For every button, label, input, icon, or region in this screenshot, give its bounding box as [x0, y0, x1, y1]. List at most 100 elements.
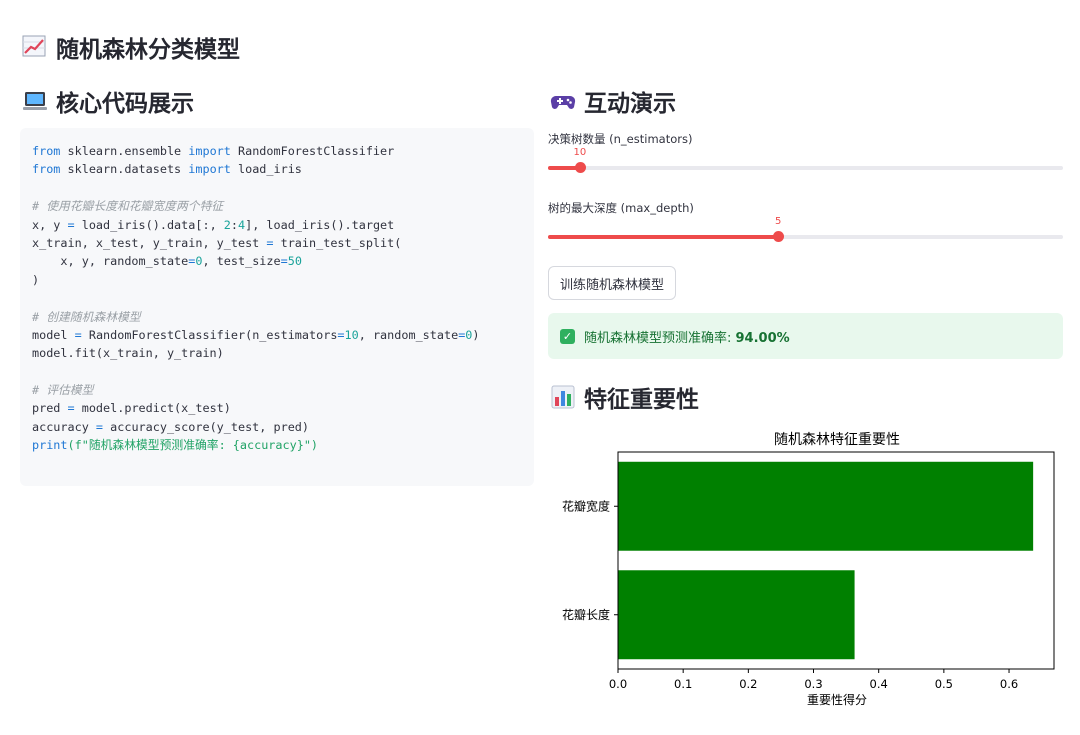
code-token: =: [280, 254, 288, 269]
chart-increasing-icon: [22, 35, 46, 57]
laptop-icon: [23, 92, 47, 110]
accuracy-value: 94.00%: [735, 330, 790, 346]
code-token: (f"随机森林模型预测准确率: {accuracy}"): [67, 438, 319, 453]
code-token: , random_state: [358, 327, 459, 342]
page-title-text: 随机森林分类模型: [56, 37, 240, 63]
chart-bar: [618, 461, 1034, 551]
code-line: model = RandomForestClassifier(n_estimat…: [32, 326, 522, 344]
code-token: =: [74, 327, 82, 342]
code-token: # 评估模型: [32, 383, 94, 398]
code-token: ): [472, 327, 480, 342]
code-token: 10: [344, 327, 359, 342]
code-line: x, y = load_iris().data[:, 2:4], load_ir…: [32, 216, 522, 234]
code-token: import: [188, 144, 231, 158]
code-line: # 评估模型: [32, 381, 522, 399]
game-controller-icon: [550, 95, 576, 109]
y-tick-label: 花瓣长度: [562, 607, 610, 622]
code-section-heading: 核心代码展示: [22, 84, 194, 118]
code-token: accuracy: [32, 419, 96, 434]
code-token: x_train, x_test, y_train, y_test: [32, 235, 267, 250]
slider-value: 5: [775, 216, 782, 227]
code-line: # 使用花瓣长度和花瓣宽度两个特征: [32, 197, 522, 215]
code-line: ): [32, 271, 522, 289]
code-block: from sklearn.ensemble import RandomFores…: [20, 128, 534, 486]
code-token: x, y, random_state: [32, 254, 189, 269]
demo-section-title: 互动演示: [584, 91, 676, 117]
code-token: load_iris: [230, 162, 302, 177]
code-token: model.fit(x_train, y_train): [32, 346, 224, 361]
code-token: from: [32, 162, 61, 177]
code-token: # 使用花瓣长度和花瓣宽度两个特征: [32, 199, 224, 214]
slider-max-depth[interactable]: 5: [548, 216, 1063, 242]
y-tick-label: 花瓣宽度: [562, 498, 610, 513]
code-line: print(f"随机森林模型预测准确率: {accuracy}"): [32, 436, 522, 454]
code-line: from sklearn.datasets import load_iris: [32, 160, 522, 178]
code-token: from: [32, 144, 61, 158]
chart-bar: [618, 570, 855, 660]
code-token: sklearn.datasets: [60, 162, 189, 177]
code-token: =: [67, 217, 75, 232]
code-token: ], load_iris().target: [245, 217, 395, 232]
importance-section-heading: 特征重要性: [550, 380, 699, 414]
code-section-title: 核心代码展示: [56, 91, 194, 117]
chart-xlabel: 重要性得分: [807, 692, 867, 707]
code-line: x_train, x_test, y_train, y_test = train…: [32, 234, 522, 252]
code-token: import: [188, 162, 231, 177]
page-title: 随机森林分类模型: [22, 30, 240, 64]
x-tick-label: 0.6: [1000, 677, 1018, 691]
check-icon: ✓: [560, 328, 575, 344]
slider-value: 10: [573, 147, 587, 158]
slider-n-estimators[interactable]: 10: [548, 147, 1063, 173]
code-token: =: [266, 235, 274, 250]
code-token: =: [67, 401, 75, 416]
code-token: RandomForestClassifier: [230, 144, 395, 158]
slider-n-estimators-label: 决策树数量 (n_estimators): [548, 132, 693, 146]
code-token: RandomForestClassifier(n_estimators: [81, 327, 338, 342]
x-tick-label: 0.4: [870, 677, 888, 691]
code-token: 2: [223, 217, 231, 232]
slider-thumb[interactable]: [773, 231, 785, 242]
code-token: pred: [32, 401, 68, 416]
code-token: x, y: [32, 217, 68, 232]
demo-section-heading: 互动演示: [550, 84, 676, 118]
success-alert: ✓ 随机森林模型预测准确率: 94.00%: [548, 313, 1063, 359]
code-token: # 创建随机森林模型: [32, 309, 141, 324]
code-line: from sklearn.ensemble import RandomFores…: [32, 142, 522, 160]
train-model-button[interactable]: 训练随机森林模型: [548, 266, 677, 300]
x-tick-label: 0.0: [609, 677, 627, 691]
importance-section-title: 特征重要性: [584, 387, 699, 413]
code-token: ): [32, 272, 40, 287]
code-token: , test_size: [202, 254, 281, 269]
code-token: model.predict(x_test): [74, 401, 231, 416]
code-line: # 创建随机森林模型: [32, 308, 522, 326]
code-token: print: [32, 438, 68, 453]
slider-thumb[interactable]: [574, 162, 586, 173]
code-token: 50: [287, 254, 302, 269]
code-line: accuracy = accuracy_score(y_test, pred): [32, 418, 522, 436]
code-token: :: [230, 217, 238, 232]
chart-title: 随机森林特征重要性: [774, 432, 900, 448]
x-tick-label: 0.2: [739, 677, 757, 691]
x-tick-label: 0.5: [935, 677, 953, 691]
code-token: sklearn.ensemble: [60, 144, 189, 158]
code-token: =: [95, 419, 104, 434]
code-token: load_iris().data[:,: [74, 217, 224, 232]
code-token: train_test_split(: [273, 235, 402, 250]
bar-chart-icon: [551, 385, 575, 409]
slider-max-depth-label: 树的最大深度 (max_depth): [548, 201, 694, 215]
code-line: pred = model.predict(x_test): [32, 399, 522, 417]
code-token: accuracy_score(y_test, pred): [103, 419, 309, 434]
success-message: 随机森林模型预测准确率: 94.00%: [584, 327, 790, 346]
x-tick-label: 0.1: [674, 677, 692, 691]
code-line: model.fit(x_train, y_train): [32, 344, 522, 362]
x-tick-label: 0.3: [804, 677, 822, 691]
code-token: model: [32, 327, 75, 342]
code-line: x, y, random_state=0, test_size=50: [32, 252, 522, 270]
success-prefix: 随机森林模型预测准确率:: [584, 330, 736, 346]
slider-fill: [548, 235, 779, 239]
feature-importance-chart: 随机森林特征重要性 花瓣宽度花瓣长度 0.0 0.1 0.2 0.3 0.4 0.5 0.6…: [562, 432, 1055, 707]
code-token: =: [337, 327, 345, 342]
